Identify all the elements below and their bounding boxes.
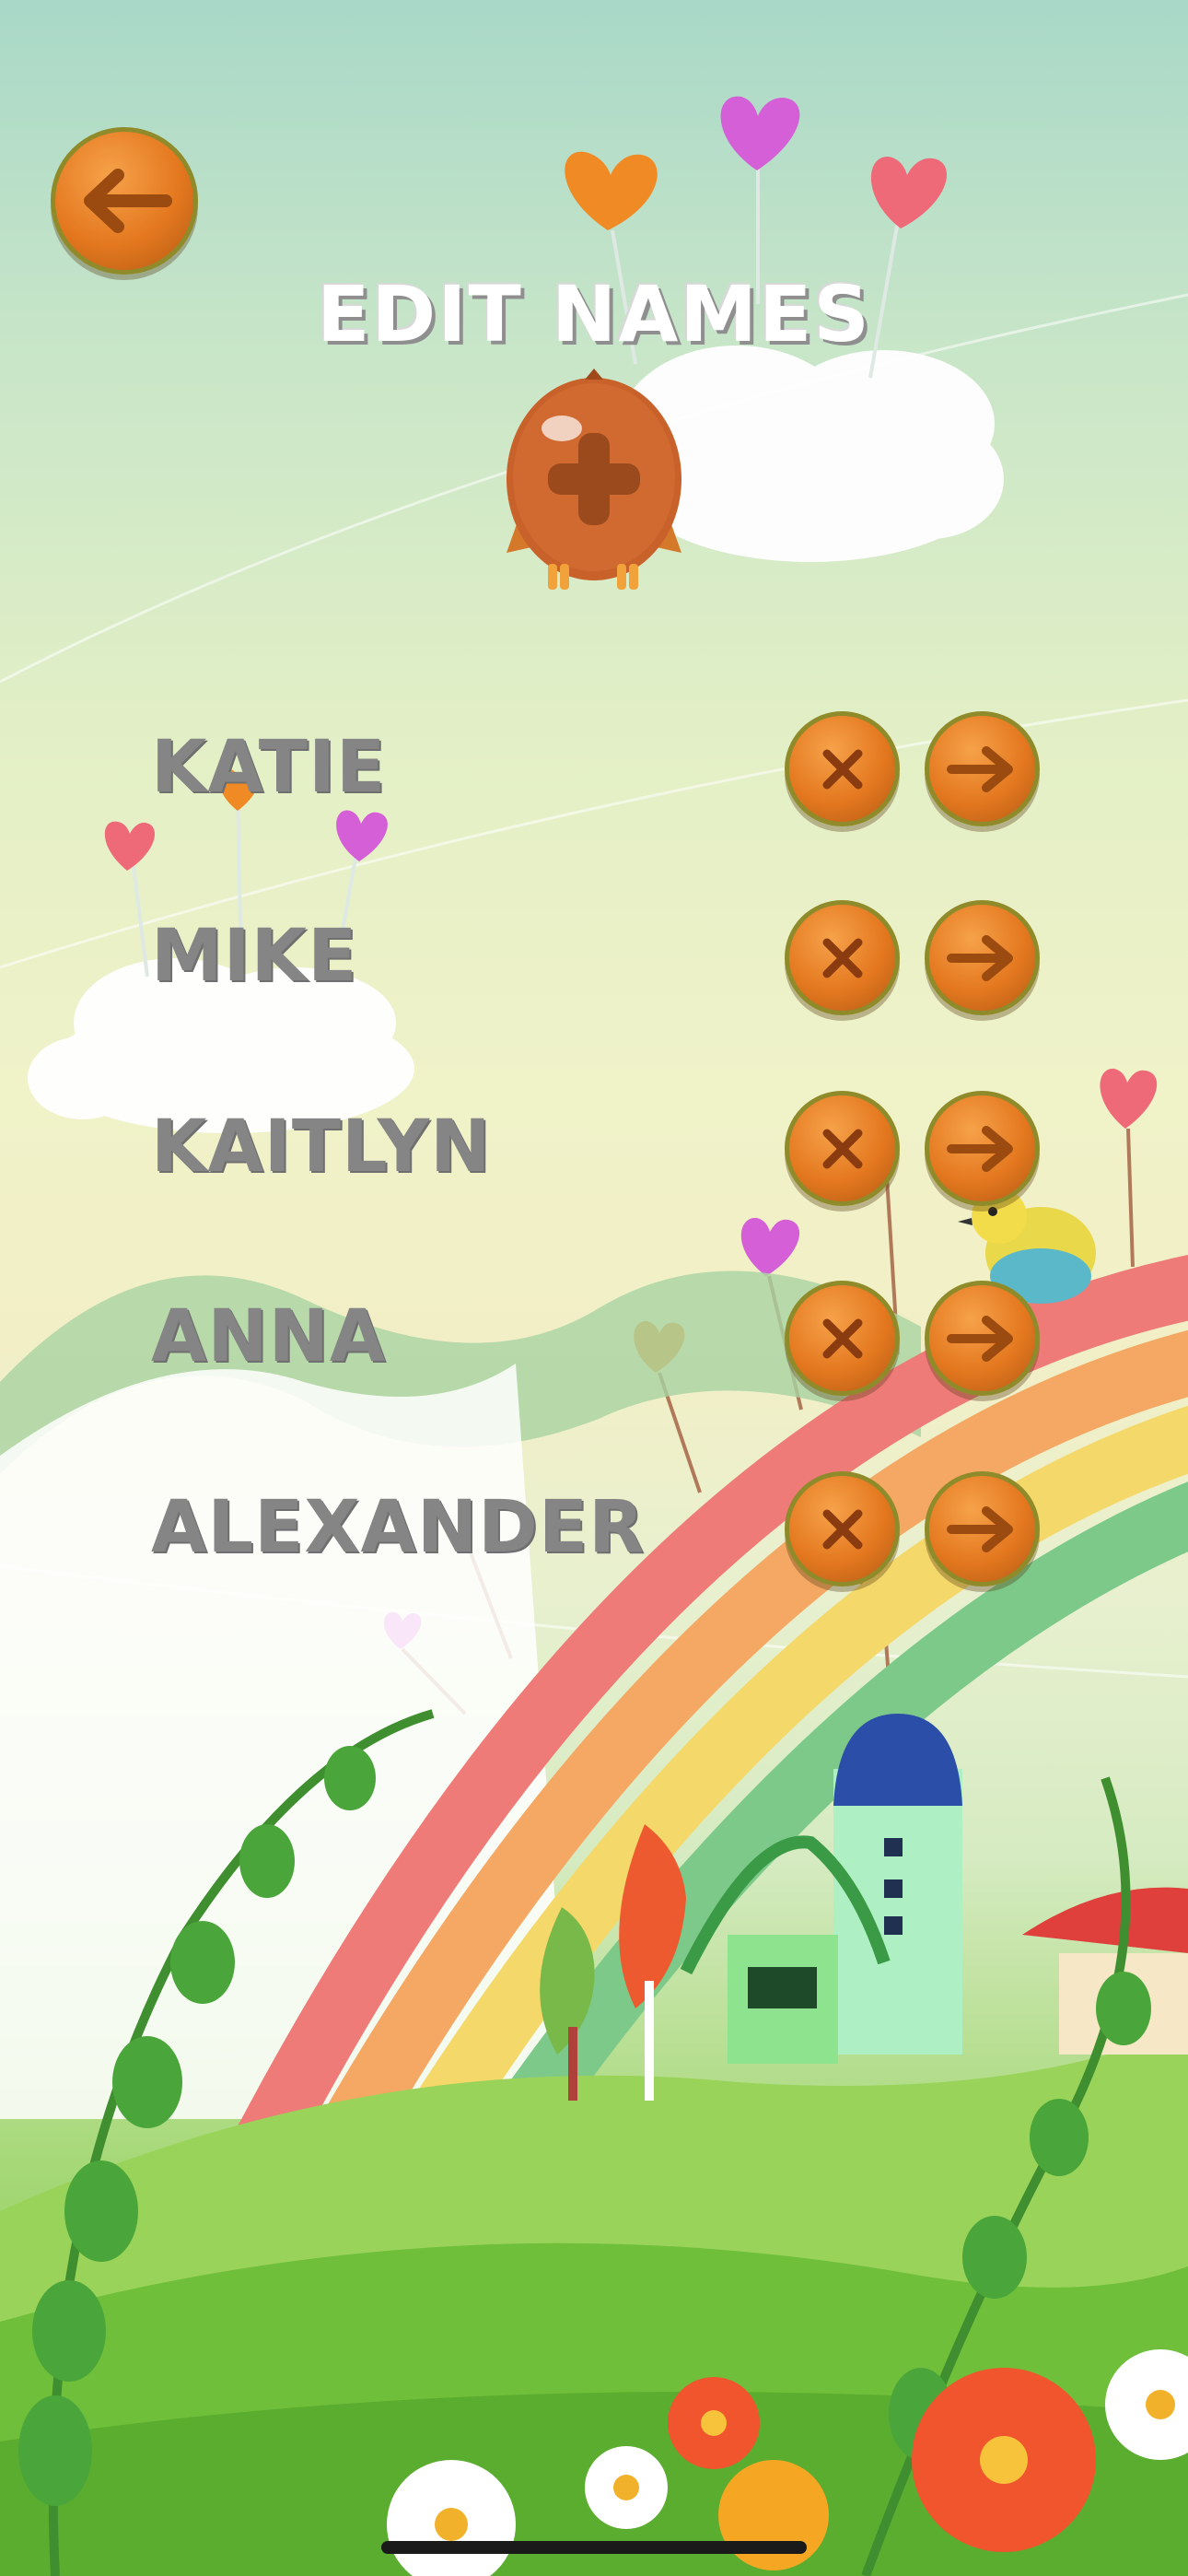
delete-button[interactable]	[785, 1091, 900, 1206]
x-icon	[822, 938, 862, 978]
delete-button[interactable]	[785, 900, 900, 1015]
left-arrow-icon	[84, 169, 172, 233]
select-button[interactable]	[925, 1091, 1040, 1206]
owl-plus-icon	[507, 369, 681, 590]
delete-button[interactable]	[785, 1471, 900, 1587]
name-label: ALEXANDER	[151, 1486, 646, 1569]
select-button[interactable]	[925, 1281, 1040, 1396]
select-button[interactable]	[925, 900, 1040, 1015]
back-button[interactable]	[51, 127, 198, 275]
right-arrow-icon	[946, 1505, 1013, 1552]
x-icon	[822, 749, 862, 789]
background-scene: EDIT NAMES KATIE MIKE KAITLYN ANNA ALEXA…	[0, 0, 1188, 2576]
right-arrow-icon	[946, 934, 1013, 981]
name-row: KAITLYN	[0, 1089, 1188, 1209]
right-arrow-icon	[946, 1315, 1013, 1362]
right-arrow-icon	[946, 745, 1013, 792]
delete-button[interactable]	[785, 1281, 900, 1396]
name-row: MIKE	[0, 898, 1188, 1018]
name-row: ALEXANDER	[0, 1469, 1188, 1589]
page-title: EDIT NAMES	[317, 269, 871, 359]
name-row: ANNA	[0, 1279, 1188, 1399]
home-indicator[interactable]	[381, 2541, 807, 2554]
name-label: KATIE	[151, 726, 387, 809]
x-icon	[822, 1129, 862, 1168]
x-icon	[822, 1509, 862, 1549]
select-button[interactable]	[925, 711, 1040, 826]
name-label: MIKE	[151, 915, 358, 998]
right-arrow-icon	[946, 1125, 1013, 1172]
name-label: ANNA	[151, 1295, 387, 1378]
name-row: KATIE	[0, 709, 1188, 829]
delete-button[interactable]	[785, 711, 900, 826]
name-label: KAITLYN	[151, 1106, 492, 1188]
select-button[interactable]	[925, 1471, 1040, 1587]
add-name-button[interactable]	[497, 369, 691, 599]
x-icon	[822, 1318, 862, 1358]
